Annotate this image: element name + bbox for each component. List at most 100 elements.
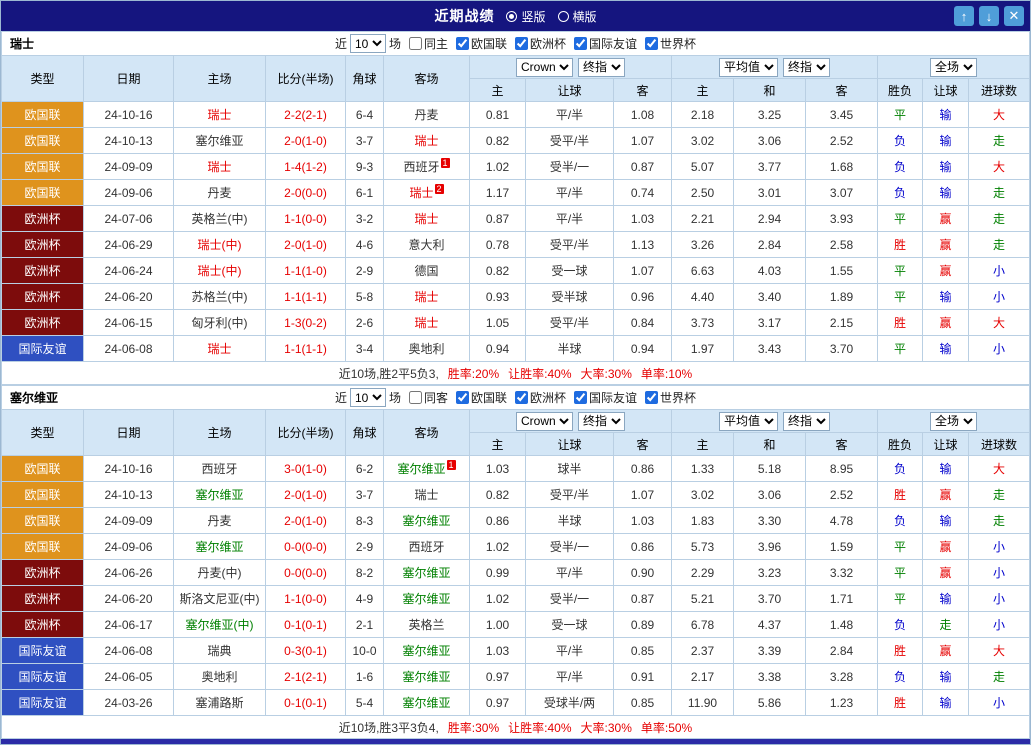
match-row: 欧国联 24-09-06 丹麦 2-0(0-0) 6-1 瑞士 2 1.17 平/半 0.74 2.… [1, 179, 1030, 206]
match-row: 欧洲杯 24-06-29 瑞士(中) 2-0(1-0) 4-6 意大利 0.78 受平/半 1.… [1, 231, 1030, 258]
col-odds-home: 主 [469, 432, 526, 456]
same-venue-filter[interactable]: 同主 [404, 35, 448, 52]
average-select[interactable]: 平均值 [719, 57, 779, 77]
bookmaker-select[interactable]: Crown [516, 57, 573, 77]
team-name[interactable]: 丹麦 [207, 514, 231, 528]
team-name[interactable]: 瑞士 [414, 316, 438, 330]
team-name[interactable]: 塞尔维亚 [402, 566, 450, 580]
team-name[interactable]: 塞尔维亚 [195, 134, 243, 148]
league-label: 欧国联 [470, 391, 507, 405]
final-odds-select[interactable]: 终指 [783, 57, 831, 77]
final-odds-select[interactable]: 终指 [578, 411, 625, 431]
team-name[interactable]: 瑞典 [207, 644, 231, 658]
team-name[interactable]: 德国 [414, 264, 438, 278]
team-name[interactable]: 英格兰(中) [192, 212, 248, 226]
team-name[interactable]: 西班牙 [408, 540, 444, 554]
team-name[interactable]: 丹麦 [414, 108, 438, 122]
match-row: 欧洲杯 24-06-20 苏格兰(中) 1-1(1-1) 5-8 瑞士 0.93 受半球 0.9… [1, 283, 1030, 310]
team-name[interactable]: 英格兰 [408, 618, 444, 632]
team-name[interactable]: 塞浦路斯 [195, 696, 243, 710]
team-name[interactable]: 奥地利 [408, 342, 444, 356]
league-checkbox[interactable] [515, 37, 528, 50]
team-name[interactable]: 瑞士 [414, 290, 438, 304]
recent-count-select[interactable]: 10 [349, 34, 386, 53]
summary-stats: 胜率:30% 让胜率:40% 大率:30% 单率:50% [439, 721, 692, 735]
average-select[interactable]: 平均值 [719, 411, 779, 431]
recent-count-select[interactable]: 10 [349, 388, 386, 407]
same-venue-checkbox[interactable] [408, 37, 422, 50]
team-name[interactable]: 瑞士 [414, 212, 438, 226]
goals-value: 走 [968, 127, 1030, 154]
league-filter-1[interactable]: 欧洲杯 [510, 35, 566, 52]
team-name[interactable]: 塞尔维亚 [402, 696, 450, 710]
team-name[interactable]: 瑞士 [414, 134, 438, 148]
league-checkbox[interactable] [574, 391, 588, 404]
same-venue-filter[interactable]: 同客 [404, 389, 448, 406]
away-team-cell: 奥地利 [383, 335, 470, 362]
league-checkbox[interactable] [574, 37, 588, 50]
corner-score: 5-4 [345, 689, 384, 716]
league-filter-0[interactable]: 欧国联 [451, 35, 507, 52]
team-name[interactable]: 瑞士 [414, 488, 438, 502]
team-name[interactable]: 瑞士(中) [198, 238, 242, 252]
team-name[interactable]: 塞尔维亚 [195, 488, 243, 502]
odds-value: 0.97 [469, 689, 526, 716]
team-name[interactable]: 瑞士 [207, 160, 231, 174]
odds-value: 0.94 [613, 335, 672, 362]
goals-value: 大 [968, 309, 1030, 336]
team-name[interactable]: 瑞士 [409, 186, 433, 200]
team-name[interactable]: 意大利 [408, 238, 444, 252]
team-name[interactable]: 塞尔维亚 [402, 592, 450, 606]
team-name[interactable]: 奥地利 [201, 670, 237, 684]
team-name[interactable]: 塞尔维亚 [397, 462, 445, 476]
team-name[interactable]: 瑞士(中) [198, 264, 242, 278]
league-checkbox[interactable] [645, 37, 659, 50]
league-filter-2[interactable]: 国际友谊 [569, 35, 637, 52]
team-name[interactable]: 西班牙 [201, 462, 237, 476]
view-mode-radio[interactable]: 竖版 [506, 8, 546, 25]
team-name[interactable]: 塞尔维亚(中) [186, 618, 254, 632]
league-checkbox[interactable] [515, 391, 528, 404]
match-scope-select[interactable]: 全场 [930, 57, 978, 77]
team-name[interactable]: 丹麦 [207, 186, 231, 200]
league-checkbox[interactable] [455, 391, 469, 404]
move-down-button[interactable]: ↓ [979, 6, 999, 26]
average-odds-value: 3.43 [733, 335, 806, 362]
team-name[interactable]: 瑞士 [207, 108, 231, 122]
move-up-button[interactable]: ↑ [954, 6, 974, 26]
away-team-cell: 瑞士 [383, 205, 470, 232]
close-button[interactable]: ✕ [1004, 6, 1024, 26]
league-filter-0[interactable]: 欧国联 [451, 389, 507, 406]
final-odds-select[interactable]: 终指 [783, 411, 831, 431]
team-name[interactable]: 苏格兰(中) [192, 290, 248, 304]
team-name[interactable]: 匈牙利(中) [192, 316, 248, 330]
team-name[interactable]: 瑞士 [207, 342, 231, 356]
team-name[interactable]: 斯洛文尼亚(中) [180, 592, 260, 606]
average-odds-value: 3.23 [733, 559, 806, 586]
team-name[interactable]: 塞尔维亚 [402, 514, 450, 528]
league-filter-2[interactable]: 国际友谊 [569, 389, 637, 406]
league-filter-3[interactable]: 世界杯 [640, 35, 696, 52]
handicap-value: 输 [922, 127, 970, 154]
final-odds-select[interactable]: 终指 [578, 57, 625, 77]
bookmaker-select[interactable]: Crown [516, 411, 573, 431]
league-filter-1[interactable]: 欧洲杯 [510, 389, 566, 406]
team-name[interactable]: 塞尔维亚 [402, 670, 450, 684]
league-checkbox[interactable] [645, 391, 659, 404]
same-venue-checkbox[interactable] [408, 391, 422, 404]
goals-value: 走 [968, 481, 1030, 508]
match-scope-select[interactable]: 全场 [930, 411, 978, 431]
team-name[interactable]: 丹麦(中) [198, 566, 242, 580]
team-name[interactable]: 塞尔维亚 [402, 644, 450, 658]
team-name[interactable]: 西班牙 [403, 160, 439, 174]
team-name[interactable]: 塞尔维亚 [195, 540, 243, 554]
match-date: 24-09-06 [83, 533, 174, 560]
league-label: 世界杯 [660, 37, 697, 51]
goals-value: 走 [968, 663, 1030, 690]
match-score: 0-1(0-1) [265, 689, 346, 716]
view-mode-radio[interactable]: 横版 [557, 8, 597, 25]
match-row: 欧国联 24-09-06 塞尔维亚 0-0(0-0) 2-9 西班牙 1.02 受半/一 0.8… [1, 533, 1030, 560]
league-checkbox[interactable] [455, 37, 469, 50]
league-filter-3[interactable]: 世界杯 [640, 389, 696, 406]
average-odds-value: 5.86 [733, 689, 806, 716]
